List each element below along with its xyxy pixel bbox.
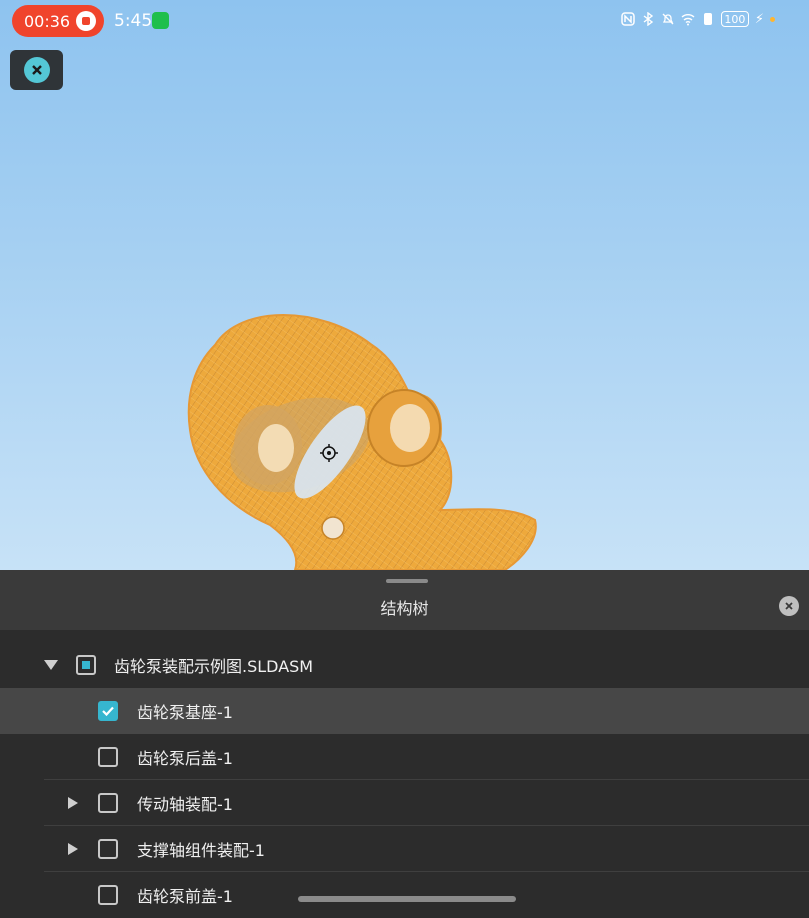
tree-item[interactable]: 齿轮泵基座-1 [0, 688, 809, 734]
panel-title: 结构树 [380, 599, 429, 618]
tree-item[interactable]: 齿轮泵前盖-1 [0, 872, 809, 918]
tree-item-root[interactable]: 齿轮泵装配示例图.SLDASM [0, 642, 809, 688]
close-circle-icon[interactable] [779, 596, 799, 616]
expand-icon[interactable] [68, 797, 78, 809]
3d-viewport[interactable]: 00:36 5:45 100 ⚡ [0, 0, 809, 570]
tree-item-label: 齿轮泵装配示例图.SLDASM [114, 657, 314, 676]
tree-item-label: 齿轮泵前盖-1 [137, 887, 233, 906]
tree-item[interactable]: 支撑轴组件装配-1 [0, 826, 809, 872]
silent-icon [662, 13, 674, 25]
wifi-icon [681, 14, 695, 26]
wechat-icon [152, 12, 169, 29]
expand-icon[interactable] [68, 843, 78, 855]
tree-item-label: 传动轴装配-1 [137, 795, 233, 814]
checkbox[interactable] [98, 839, 118, 859]
vibrate-icon [703, 13, 712, 25]
panel-header: 结构树 [0, 570, 809, 630]
gear-pump-model[interactable] [0, 0, 809, 570]
battery-icon: 100 [720, 11, 749, 27]
tree-item-label: 齿轮泵后盖-1 [137, 749, 233, 768]
checkbox[interactable] [98, 747, 118, 767]
tree-item-label: 齿轮泵基座-1 [137, 703, 233, 722]
clock: 5:45 [114, 11, 153, 31]
bluetooth-icon [643, 12, 654, 26]
checkbox-checked[interactable] [98, 701, 118, 721]
tree-item[interactable]: 齿轮泵后盖-1 [0, 734, 809, 780]
charging-icon: ⚡ [754, 11, 764, 27]
record-stop-icon[interactable] [76, 11, 96, 31]
charging-dot [770, 16, 775, 22]
structure-tree-panel: 结构树 齿轮泵装配示例图.SLDASM 齿轮泵基座-1 齿轮泵后盖-1 传动轴装… [0, 570, 809, 911]
close-button[interactable] [10, 50, 63, 90]
recording-indicator[interactable]: 00:36 [12, 5, 104, 37]
drag-handle[interactable] [386, 579, 428, 583]
recording-time: 00:36 [24, 11, 71, 31]
close-icon [23, 57, 50, 83]
nfc-icon [621, 12, 635, 26]
battery-level: 100 [724, 12, 746, 26]
home-indicator[interactable] [298, 896, 516, 902]
tree-item[interactable]: 传动轴装配-1 [0, 780, 809, 826]
tree-item-label: 支撑轴组件装配-1 [137, 841, 265, 860]
checkbox[interactable] [98, 885, 118, 905]
expand-icon[interactable] [44, 660, 58, 670]
checkbox[interactable] [98, 793, 118, 813]
checkbox-partial[interactable] [76, 655, 96, 675]
status-bar: 00:36 5:45 100 ⚡ [0, 0, 809, 42]
